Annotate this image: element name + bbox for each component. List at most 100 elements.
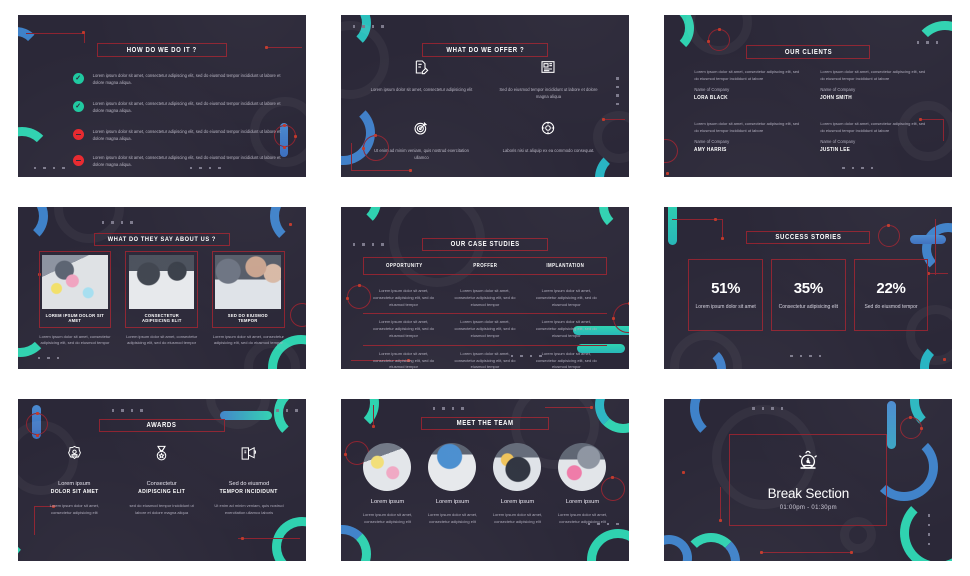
- offer-item[interactable]: Lorem ipsum dolor sit amet, consectetur …: [367, 59, 476, 100]
- client-description: Lorem ipsum dolor sit amet, consectetur …: [820, 69, 926, 81]
- slide-break-section[interactable]: Break Section 01:00pm - 01:30pm: [664, 399, 953, 561]
- offer-item[interactable]: Ut enim ad minim veniam, quis nostrud ex…: [367, 120, 476, 161]
- deco-dots: [101, 221, 133, 224]
- stat-card[interactable]: 22% Sed do eiusmod tempor: [853, 259, 929, 331]
- stat-card[interactable]: 51% Lorem ipsum dolor sit amet: [688, 259, 763, 331]
- deco-arc-teal: [276, 15, 306, 51]
- deco-arc-teal: [586, 529, 629, 561]
- slide-cell-1: HOW DO WE DO IT ? ✓ Lorem ipsum dolor si…: [0, 0, 323, 192]
- stat-percent: 51%: [711, 279, 741, 297]
- testimonial-caption: SED DO EIUSMOD TEMPOR: [228, 312, 269, 323]
- slide-cell-6: SUCCESS STORIES 51% Lorem ipsum dolor si…: [647, 192, 970, 384]
- offer-item-text: Laboris nisi ut aliquip ex ea commodo co…: [502, 148, 595, 154]
- offer-item[interactable]: Sed do eiusmod tempor incididunt ut labo…: [494, 59, 603, 100]
- deco-arc-blue: [17, 27, 42, 79]
- slide-success-stories[interactable]: SUCCESS STORIES 51% Lorem ipsum dolor si…: [664, 207, 953, 369]
- slide-awards[interactable]: AWARDS Lorem ipsum DOLOR SIT AMET Lorem …: [17, 399, 306, 561]
- deco-rednode: [343, 453, 347, 456]
- testimonial-text: Lorem ipsum dolor sit amet, consectetur …: [126, 333, 198, 346]
- medal-icon: [121, 445, 202, 467]
- client-card[interactable]: Lorem ipsum dolor sit amet, consectetur …: [820, 121, 928, 153]
- team-member-text: Lorem ipsum dolor sit amet, consectetur …: [427, 512, 478, 524]
- award-item[interactable]: Sed do eiusmod TEMPOR INCIDIDUNT Ut enim…: [208, 445, 289, 517]
- deco-rednode: [714, 218, 718, 221]
- slide-our-case-studies[interactable]: OUR CASE STUDIES OPPORTUNITY PROFFER IMP…: [340, 207, 629, 369]
- deco-rednode: [611, 317, 615, 320]
- deco-dots: [111, 409, 143, 412]
- testimonial-card[interactable]: CONSECTETUR ADIPISICING ELIT Lorem ipsum…: [125, 251, 198, 347]
- deco-redline: [762, 552, 853, 553]
- list-item[interactable]: ✓ Lorem ipsum dolor sit amet, consectetu…: [72, 101, 286, 114]
- slide-title-box-6: SUCCESS STORIES: [746, 231, 871, 244]
- testimonial-photo: [215, 254, 282, 309]
- list-item[interactable]: Lorem ipsum dolor sit amet, consectetur …: [72, 155, 286, 168]
- break-title: Break Section: [767, 486, 850, 501]
- slide-how-do-we-do-it[interactable]: HOW DO WE DO IT ? ✓ Lorem ipsum dolor si…: [17, 15, 306, 177]
- deco-dots: [276, 409, 298, 412]
- avatar: [428, 443, 477, 491]
- testimonial-card[interactable]: SED DO EIUSMOD TEMPOR Lorem ipsum dolor …: [211, 251, 285, 347]
- team-member[interactable]: Lorem ipsum Lorem ipsum dolor sit amet, …: [424, 443, 481, 526]
- deco-redline: [350, 143, 352, 171]
- slide-cell-5: OUR CASE STUDIES OPPORTUNITY PROFFER IMP…: [323, 192, 646, 384]
- deco-rednode: [589, 406, 593, 409]
- stat-percent: 35%: [793, 279, 823, 297]
- stat-card[interactable]: 35% Consectetur adipisicing elit: [770, 259, 846, 331]
- award-item[interactable]: Lorem ipsum DOLOR SIT AMET Lorem ipsum d…: [34, 445, 115, 517]
- team-member[interactable]: Lorem ipsum Lorem ipsum dolor sit amet, …: [554, 443, 611, 526]
- page-title: SUCCESS STORIES: [775, 234, 842, 241]
- team-member-text: Lorem ipsum dolor sit amet, consectetur …: [492, 512, 543, 524]
- client-card[interactable]: Lorem ipsum dolor sit amet, consectetur …: [694, 69, 802, 101]
- award-text: sed do eiusmod tempor incididunt ut labo…: [129, 503, 194, 515]
- client-company: Name of Company: [694, 139, 730, 145]
- deco-rednode: [81, 31, 85, 34]
- clients-grid: Lorem ipsum dolor sit amet, consectetur …: [694, 69, 928, 153]
- minus-circle-icon: [72, 129, 84, 140]
- award-item[interactable]: Consectetur ADIPISCING ELIT sed do eiusm…: [121, 445, 202, 517]
- deco-dots: [752, 407, 784, 410]
- deco-dots: [352, 25, 384, 28]
- testimonial-frame: SED DO EIUSMOD TEMPOR: [211, 251, 285, 328]
- deco-rednode: [240, 537, 244, 540]
- slide-meet-the-team[interactable]: MEET THE TEAM Lorem ipsum Lorem ipsum do…: [340, 399, 629, 561]
- client-name: LORA BLACK: [694, 95, 729, 102]
- slide-what-do-they-say[interactable]: WHAT DO THEY SAY ABOUT US ? LOREM IPSUM …: [17, 207, 306, 369]
- deco-dots: [842, 166, 874, 169]
- page-title: WHAT DO WE OFFER ?: [446, 46, 524, 54]
- break-section-box: Break Section 01:00pm - 01:30pm: [729, 434, 888, 526]
- client-card[interactable]: Lorem ipsum dolor sit amet, consectetur …: [694, 121, 802, 153]
- deco-rednode: [357, 284, 361, 287]
- table-row[interactable]: Lorem ipsum dolor sit amet, consectetur …: [363, 346, 607, 369]
- client-description: Lorem ipsum dolor sit amet, consectetur …: [694, 69, 800, 81]
- deco-arc-mix: [340, 525, 371, 561]
- offer-item-text: Ut enim ad minim veniam, quis nostrud ex…: [374, 148, 469, 161]
- list-item[interactable]: ✓ Lorem ipsum dolor sit amet, consectetu…: [72, 73, 286, 86]
- deco-rednode: [288, 223, 292, 226]
- award-line2: DOLOR SIT AMET: [50, 489, 99, 495]
- table-row[interactable]: Lorem ipsum dolor sit amet, consectetur …: [362, 283, 607, 315]
- client-card[interactable]: Lorem ipsum dolor sit amet, consectetur …: [820, 69, 928, 101]
- deco-rednode: [408, 169, 412, 172]
- list-item[interactable]: Lorem ipsum dolor sit amet, consectetur …: [72, 129, 286, 142]
- testimonial-card[interactable]: LOREM IPSUM DOLOR SIT AMET Lorem ipsum d…: [38, 251, 112, 347]
- team-member[interactable]: Lorem ipsum Lorem ipsum dolor sit amet, …: [359, 443, 416, 526]
- table-cell: Lorem ipsum dolor sit amet, consectetur …: [454, 350, 516, 369]
- slide-what-do-we-offer[interactable]: WHAT DO WE OFFER ? Lorem ipsum dolor sit…: [340, 15, 629, 177]
- deco-arc-teal: [594, 399, 629, 433]
- deco-redline: [928, 273, 949, 274]
- award-line1: Consectetur: [146, 481, 177, 487]
- list-item-text: Lorem ipsum dolor sit amet, consectetur …: [92, 101, 281, 113]
- table-row[interactable]: Lorem ipsum dolor sit amet, consectetur …: [362, 314, 607, 346]
- deco-arc-mix: [18, 207, 48, 245]
- awards-grid: Lorem ipsum DOLOR SIT AMET Lorem ipsum d…: [34, 445, 290, 517]
- slide-our-clients[interactable]: OUR CLIENTS Lorem ipsum dolor sit amet, …: [664, 15, 953, 177]
- deco-redline: [237, 538, 300, 539]
- table-cell: Lorem ipsum dolor sit amet, consectetur …: [373, 288, 435, 307]
- testimonial-frame: LOREM IPSUM DOLOR SIT AMET: [38, 251, 112, 328]
- table-column-header: PROFFER: [472, 263, 498, 269]
- stat-label: Lorem ipsum dolor sit amet: [695, 303, 756, 310]
- table-cell: Lorem ipsum dolor sit amet, consectetur …: [373, 319, 435, 338]
- team-member[interactable]: Lorem ipsum Lorem ipsum dolor sit amet, …: [489, 443, 546, 526]
- offer-item[interactable]: Laboris nisi ut aliquip ex ea commodo co…: [494, 120, 603, 161]
- deco-redcircle: [289, 303, 306, 327]
